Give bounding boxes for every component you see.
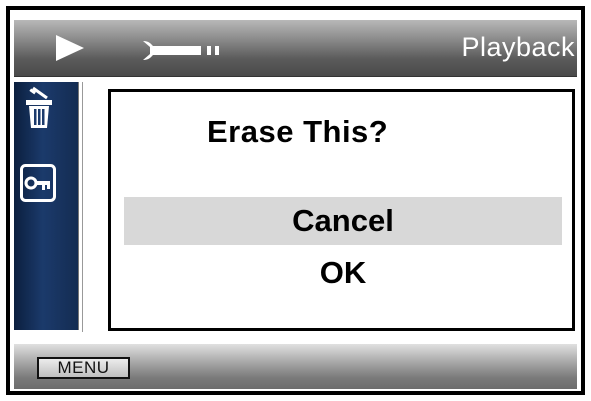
cancel-option[interactable]: Cancel	[124, 197, 562, 245]
trash-icon[interactable]	[21, 86, 57, 130]
menu-button[interactable]: MENU	[37, 357, 130, 379]
key-icon[interactable]	[20, 164, 56, 202]
top-bar: Playback	[14, 20, 577, 77]
sidebar	[14, 82, 79, 330]
divider	[82, 82, 83, 332]
ok-option[interactable]: OK	[124, 250, 562, 298]
play-icon[interactable]	[54, 33, 86, 63]
erase-dialog: Erase This? Cancel OK	[108, 89, 575, 331]
mode-label: Playback	[461, 32, 575, 62]
dialog-title: Erase This?	[207, 114, 389, 149]
screen-content: Playback Erase This? Cancel OK MENU	[10, 10, 581, 391]
bottom-bar: MENU	[14, 344, 577, 389]
camera-screen: Playback Erase This? Cancel OK MENU	[6, 6, 585, 395]
wrench-icon[interactable]	[141, 38, 227, 62]
